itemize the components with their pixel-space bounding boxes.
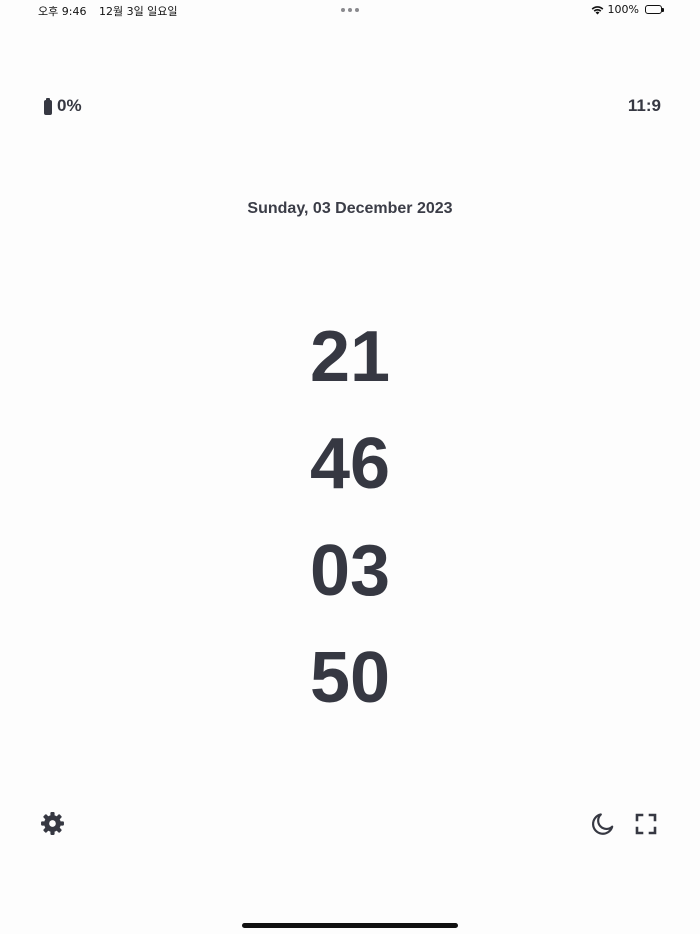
wifi-icon (591, 5, 603, 14)
status-time: 오후 9:46 (38, 5, 87, 18)
moon-icon[interactable] (590, 811, 616, 837)
home-indicator[interactable] (242, 923, 458, 928)
gear-icon[interactable] (40, 811, 65, 836)
app-battery-text: 0% (57, 96, 82, 115)
battery-icon (44, 97, 52, 115)
status-bar-right: 100% (591, 3, 664, 16)
date-display: Sunday, 03 December 2023 (247, 200, 453, 217)
status-date: 12월 3일 일요일 (98, 5, 178, 18)
fullscreen-icon[interactable] (634, 812, 658, 836)
app-battery-indicator: 0% (44, 96, 82, 116)
clock-minutes: 46 (309, 424, 391, 504)
battery-icon (645, 5, 664, 14)
status-bar-left: 오후 9:46 12월 3일 일요일 (38, 3, 178, 19)
aspect-ratio-label[interactable]: 11:9 (628, 96, 661, 116)
multitask-dots-icon[interactable] (341, 8, 359, 12)
clock-seconds: 03 (309, 531, 391, 611)
status-battery-percent: 100% (607, 3, 639, 16)
clock-hours: 21 (309, 317, 391, 397)
clock-centiseconds: 50 (309, 638, 391, 718)
